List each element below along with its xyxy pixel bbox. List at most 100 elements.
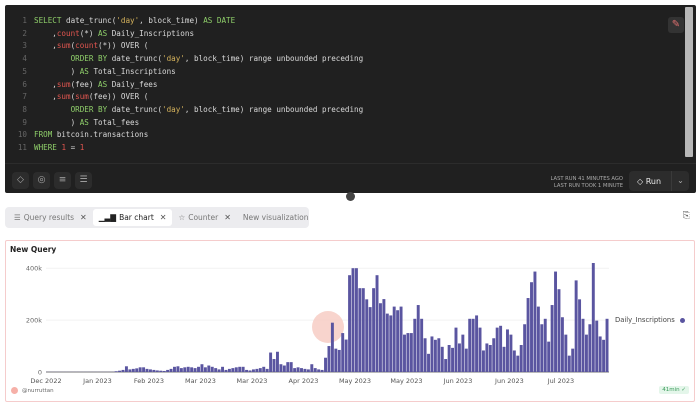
- bar: [492, 338, 496, 372]
- bar: [203, 367, 207, 372]
- watermark-logo: [312, 311, 344, 343]
- bar: [378, 303, 382, 372]
- bar: [354, 268, 358, 372]
- run-button[interactable]: ◇ Run ⌄: [629, 171, 689, 191]
- bar: [131, 368, 135, 372]
- author[interactable]: @nurruttan: [11, 387, 54, 394]
- code-line[interactable]: 5 ) AS Total_Inscriptions: [5, 66, 363, 79]
- code-token: 'day': [162, 54, 185, 64]
- code-line[interactable]: 4 ORDER BY date_trunc('day', block_time)…: [5, 53, 363, 66]
- code-token: date_trunc(: [111, 54, 163, 64]
- bar: [578, 299, 582, 372]
- code-token: 'day': [162, 104, 185, 114]
- bar: [506, 329, 509, 372]
- code-token: ,: [34, 41, 57, 51]
- code-token: (fee): [70, 79, 99, 89]
- code-token: AS: [79, 66, 94, 76]
- code-line[interactable]: 3 ,sum(count(*)) OVER (: [5, 40, 363, 53]
- code-token: , block_time) range unbounded preceding: [184, 54, 364, 64]
- editor-scrollbar[interactable]: [685, 7, 693, 157]
- bar: [488, 345, 492, 372]
- tab-label: Query results: [23, 213, 75, 222]
- chevron-down-icon[interactable]: ⌄: [671, 171, 689, 191]
- bar: [330, 322, 334, 372]
- bar: [296, 367, 300, 372]
- code-token: Total_fees: [93, 117, 140, 127]
- bar: [375, 275, 379, 372]
- code-token: ,: [34, 92, 57, 102]
- resize-handle[interactable]: [346, 192, 355, 201]
- code-token: Daily_Inscriptions: [111, 28, 195, 38]
- bar: [310, 364, 314, 372]
- line-number: 6: [22, 79, 27, 89]
- bar: [227, 368, 231, 372]
- bar: [138, 367, 142, 372]
- format-icon[interactable]: ◇: [12, 172, 29, 189]
- bar: [351, 268, 355, 372]
- bar: [207, 365, 211, 372]
- last-run-info: LAST RUN 41 MINUTES AGO LAST RUN TOOK 1 …: [551, 176, 623, 190]
- bar: [430, 336, 434, 372]
- bar: [210, 366, 214, 372]
- sql-editor[interactable]: 1 SELECT date_trunc('day', block_time) AS…: [5, 5, 696, 193]
- code-area[interactable]: 1 SELECT date_trunc('day', block_time) AS…: [5, 15, 363, 155]
- bar: [145, 368, 149, 372]
- legend[interactable]: Daily_Inscriptions: [615, 316, 685, 324]
- code-token: ): [34, 117, 80, 127]
- bar: [166, 369, 170, 372]
- bar: [121, 369, 125, 372]
- bar: [392, 306, 396, 372]
- tab-bar-chart[interactable]: ▁▃▇ Bar chart ✕: [92, 209, 173, 226]
- bar: [255, 368, 259, 372]
- x-tick-label: Jun 2023: [443, 377, 473, 385]
- bar: [289, 362, 293, 372]
- bar: [169, 368, 173, 372]
- bar: [605, 318, 609, 372]
- code-line[interactable]: 6 ,sum(fee) AS Daily_fees: [5, 79, 363, 92]
- age-badge: 41min ✓: [659, 386, 689, 394]
- bar: [114, 371, 118, 372]
- bar: [519, 345, 523, 372]
- close-icon[interactable]: ✕: [80, 213, 87, 222]
- bar: [406, 333, 410, 372]
- code-line[interactable]: 8 ORDER BY date_trunc('day', block_time)…: [5, 104, 363, 117]
- editor-toolbar: ◇ ◎ ≡ ☰ LAST RUN 41 MINUTES AGO LAST RUN…: [5, 163, 696, 193]
- bar: [361, 288, 365, 372]
- tab-label: Bar chart: [119, 213, 154, 222]
- code-token: FROM: [34, 130, 57, 140]
- bar: [464, 348, 468, 372]
- x-tick-label: Mar 2023: [185, 377, 216, 385]
- bar: [396, 310, 400, 372]
- ai-wand-icon[interactable]: ✎: [668, 17, 684, 33]
- code-line[interactable]: 7 ,sum(sum(fee)) OVER (: [5, 91, 363, 104]
- bar: [313, 368, 317, 372]
- bar: [423, 338, 427, 372]
- bar: [543, 318, 547, 372]
- code-token: ,: [34, 79, 57, 89]
- code-line[interactable]: 10 FROM bitcoin.transactions: [5, 129, 363, 142]
- code-token: sum: [56, 79, 71, 89]
- bar: [320, 369, 324, 372]
- code-token: AS: [79, 117, 94, 127]
- code-line[interactable]: 11 WHERE 1 = 1: [5, 142, 363, 155]
- code-line[interactable]: 1 SELECT date_trunc('day', block_time) AS…: [5, 15, 363, 28]
- code-line[interactable]: 2 ,count(*) AS Daily_Inscriptions: [5, 28, 363, 41]
- tab-counter[interactable]: ☆ Counter ✕: [172, 209, 236, 226]
- bar: [269, 352, 273, 372]
- bar: [475, 315, 479, 372]
- code-line[interactable]: 9 ) AS Total_fees: [5, 117, 363, 130]
- line-numbers-icon[interactable]: ≡: [54, 172, 71, 189]
- export-icon[interactable]: ⎘: [683, 211, 690, 221]
- line-number: 5: [22, 66, 27, 76]
- bar: [159, 370, 163, 372]
- params-icon[interactable]: ☰: [75, 172, 92, 189]
- tab-label: New visualization: [242, 213, 309, 222]
- tab-new-visualization[interactable]: New visualization: [237, 209, 315, 226]
- close-icon[interactable]: ✕: [224, 213, 231, 222]
- x-tick-label: Dec 2022: [30, 377, 61, 385]
- bar: [385, 313, 389, 372]
- close-icon[interactable]: ✕: [160, 213, 167, 222]
- bar: [282, 365, 286, 372]
- settings-icon[interactable]: ◎: [33, 172, 50, 189]
- tab-query-results[interactable]: ☰ Query results ✕: [8, 209, 93, 226]
